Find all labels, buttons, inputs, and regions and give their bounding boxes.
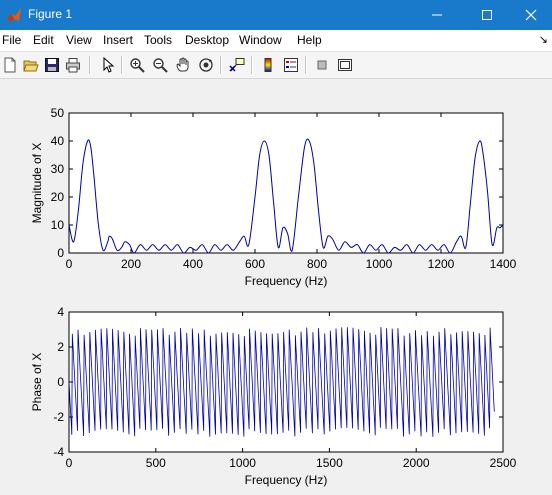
save-button[interactable] [42,55,62,75]
toolbar-separator [89,56,91,74]
edit-plot-arrow-icon [103,57,115,73]
menu-bar: File Edit View Insert Tools Desktop Wind… [0,30,552,52]
title-bar[interactable]: Figure 1 [0,0,552,30]
x-tick-label: 0 [66,257,73,271]
x-tick-label: 0 [66,456,73,470]
x-tick-label: 2000 [403,456,430,470]
data-cursor-button[interactable] [227,55,247,75]
axes-magnitude[interactable]: 0 200 400 600 800 1000 1200 1400 0 10 20 30 40 50 Fre… [30,106,517,288]
toolbar-separator [220,56,222,74]
dock-figure-icon[interactable]: ↘ [539,33,548,46]
maximize-button[interactable] [464,0,510,30]
y-tick-label: 30 [51,162,65,176]
y-tick-label: 4 [57,305,64,319]
figure-window: Figure 1 File Edit View Insert Tools Des… [0,0,552,495]
matlab-icon [7,8,21,22]
zoom-in-icon [130,58,145,73]
x-tick-label: 400 [183,257,203,271]
menu-help[interactable]: Help [297,33,322,47]
y-tick-label: -4 [53,445,64,459]
figure-canvas: 0 200 400 600 800 1000 1200 140001020304050 Fre… [0,79,552,495]
save-icon [45,58,59,72]
y-tick-label: 40 [51,134,65,148]
pan-button[interactable] [173,55,193,75]
toolbar-separator [121,56,123,74]
open-file-icon [23,60,39,72]
axis-xlabel: Frequency (Hz) [245,274,328,288]
insert-colorbar-button[interactable] [258,55,278,75]
rotate-3d-icon [199,58,213,72]
y-tick-label: 2 [57,340,64,354]
x-tick-label: 500 [146,456,166,470]
y-tick-label: 20 [51,190,65,204]
pan-hand-icon [176,57,189,72]
zoom-out-icon [153,58,168,73]
zoom-in-button[interactable] [127,55,147,75]
toolbar-separator [305,56,307,74]
zoom-out-button[interactable] [150,55,170,75]
axis-ylabel: Magnitude of X [30,143,44,224]
y-tick-label: 0 [57,246,64,260]
x-tick-label: 1400 [490,257,517,271]
x-tick-label: 200 [121,257,141,271]
axis-xlabel: Frequency (Hz) [245,473,328,487]
toolbar-separator [251,56,253,74]
new-figure-icon [4,57,16,73]
print-button[interactable] [63,55,83,75]
menu-file[interactable]: File [2,33,21,47]
hide-plot-tools-icon [317,60,327,70]
insert-legend-button[interactable] [281,55,301,75]
x-tick-label: 1000 [366,257,393,271]
close-button[interactable] [508,0,552,30]
y-tick-label: -2 [53,410,64,424]
insert-legend-icon [284,58,298,72]
minimize-icon [432,14,442,16]
print-icon [66,58,80,73]
menu-edit[interactable]: Edit [33,33,54,47]
show-plot-tools-icon [338,59,352,71]
edit-plot-button[interactable] [98,55,118,75]
menu-view[interactable]: View [66,33,92,47]
x-tick-label: 600 [245,257,265,271]
new-figure-button[interactable] [0,55,20,75]
window-title: Figure 1 [28,7,73,21]
close-icon [525,9,537,21]
axis-ylabel: Phase of X [30,353,44,412]
x-tick-label: 1200 [428,257,455,271]
rotate-3d-button[interactable] [196,55,216,75]
open-file-button[interactable] [21,55,41,75]
show-plot-tools-button[interactable] [335,55,355,75]
x-tick-label: 1500 [316,456,343,470]
figure-toolbar [0,52,552,79]
y-tick-label: 10 [51,218,65,232]
maximize-icon [482,10,492,20]
x-tick-label: 2500 [490,456,517,470]
x-tick-label: 1000 [229,456,256,470]
x-tick-label: 800 [307,257,327,271]
y-tick-label: 50 [51,106,65,120]
hide-plot-tools-button[interactable] [312,55,332,75]
y-tick-label: 0 [57,375,64,389]
axes-phase[interactable]: 0 500 1000 1500 2000 2500 -4 -2 0 2 4 Frequency (H… [30,305,517,487]
data-cursor-icon [229,58,245,72]
menu-window[interactable]: Window [239,33,282,47]
menu-desktop[interactable]: Desktop [185,33,229,47]
menu-tools[interactable]: Tools [144,33,172,47]
insert-colorbar-icon [264,58,272,72]
minimize-button[interactable] [414,0,460,30]
menu-insert[interactable]: Insert [103,33,133,47]
